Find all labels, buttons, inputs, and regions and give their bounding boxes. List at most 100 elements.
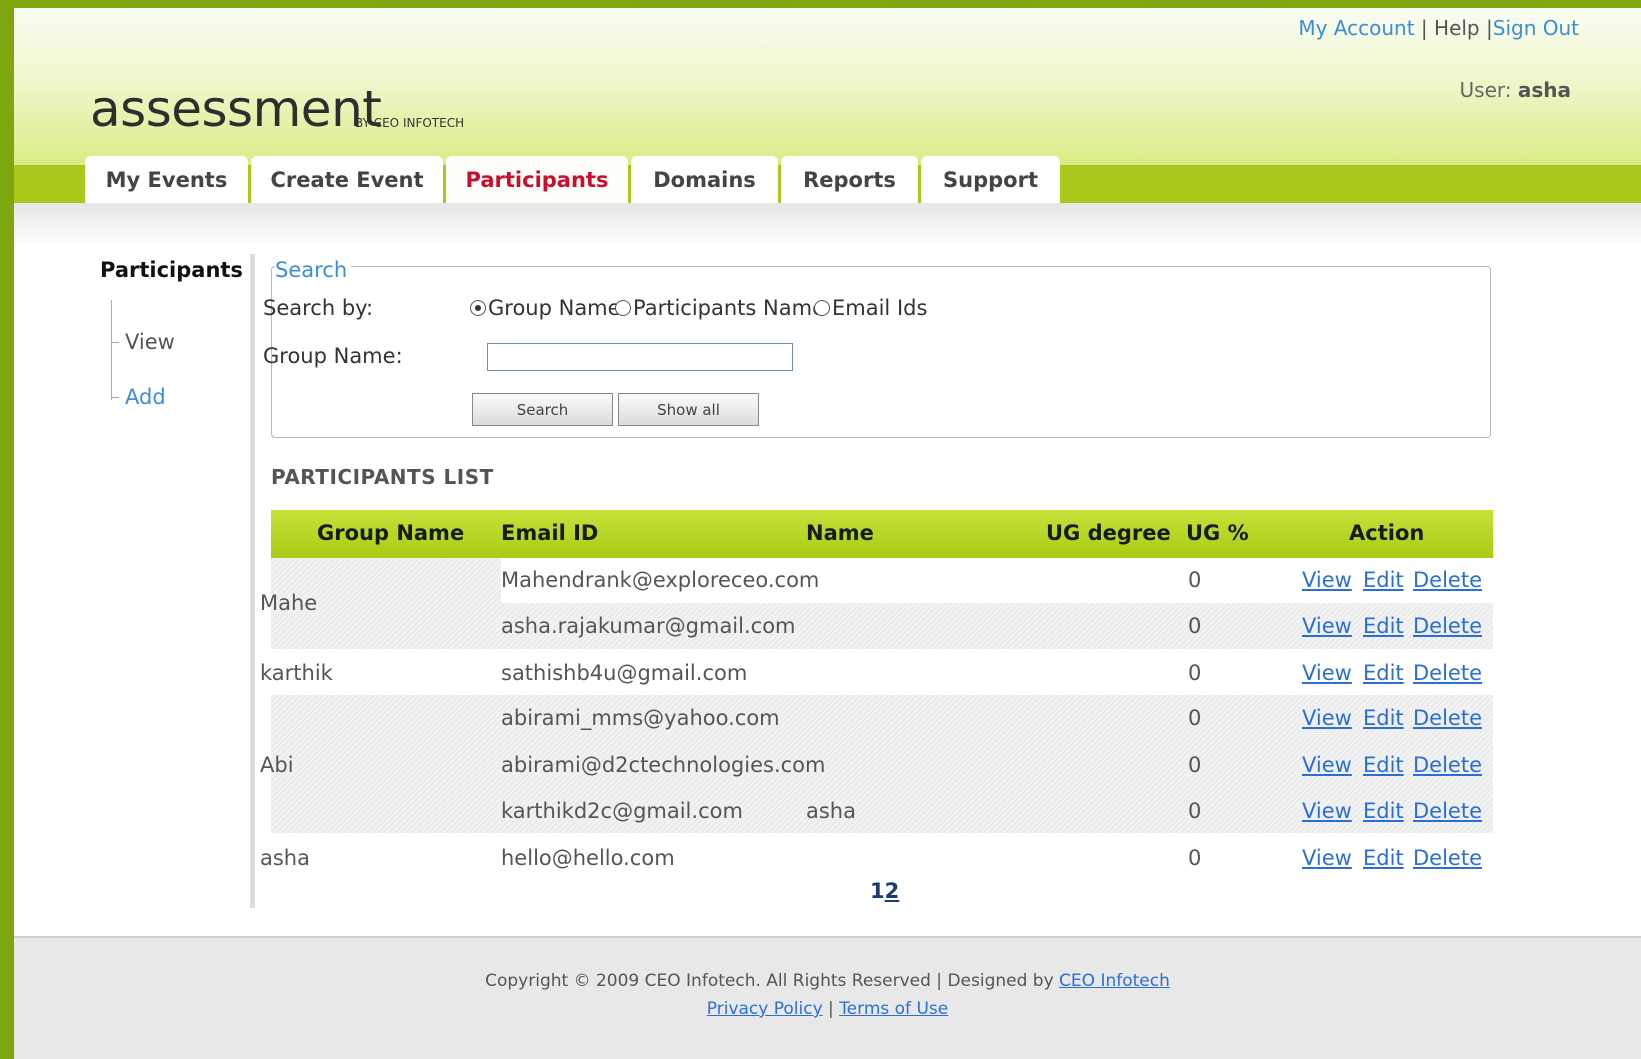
edit-link[interactable]: Edit (1363, 614, 1404, 638)
footer (14, 936, 1641, 1059)
delete-link[interactable]: Delete (1413, 799, 1482, 823)
view-link[interactable]: View (1302, 614, 1352, 638)
email-cell: abirami_mms@yahoo.com (501, 706, 780, 730)
page-frame: My Account | Help |Sign Out User: asha a… (14, 8, 1641, 1059)
my-account-link[interactable]: My Account (1298, 16, 1414, 40)
email-cell: sathishb4u@gmail.com (501, 661, 748, 685)
designer-link[interactable]: CEO Infotech (1059, 971, 1170, 991)
view-link[interactable]: View (1302, 799, 1352, 823)
ug-pct-cell: 0 (1188, 846, 1202, 870)
tree-branch (111, 342, 119, 343)
delete-link[interactable]: Delete (1413, 614, 1482, 638)
ug-pct-cell: 0 (1188, 661, 1202, 685)
column-header: Name (806, 521, 874, 545)
radio-group-name[interactable]: Group Name (470, 296, 621, 320)
help-link[interactable]: Help (1434, 16, 1480, 40)
tab-reports[interactable]: Reports (781, 156, 918, 203)
radio-label: Participants Name (633, 296, 825, 320)
column-header: UG degree (1046, 521, 1171, 545)
user-info: User: asha (1460, 78, 1571, 102)
tab-domains[interactable]: Domains (631, 156, 778, 203)
radio-email-ids[interactable]: Email Ids (814, 296, 927, 320)
separator: | (828, 999, 834, 1019)
group-name-label: Group Name: (263, 344, 403, 368)
search-by-label: Search by: (263, 296, 374, 320)
email-cell: Mahendrank@exploreceo.com (501, 568, 820, 592)
footer-links: Privacy Policy | Terms of Use (14, 999, 1641, 1019)
column-header: Email ID (501, 521, 599, 545)
tab-my-events[interactable]: My Events (85, 156, 248, 203)
group-name-cell: Mahe (260, 591, 318, 615)
email-cell: abirami@d2ctechnologies.com (501, 753, 826, 777)
logo[interactable]: assessment (90, 80, 382, 138)
tree-line (111, 300, 121, 400)
group-name-input[interactable] (487, 343, 793, 371)
view-link[interactable]: View (1302, 568, 1352, 592)
name-cell: asha (806, 799, 856, 823)
delete-link[interactable]: Delete (1413, 846, 1482, 870)
delete-link[interactable]: Delete (1413, 661, 1482, 685)
group-name-cell: asha (260, 846, 310, 870)
copyright: Copyright © 2009 CEO Infotech. All Right… (14, 971, 1641, 991)
tab-support[interactable]: Support (921, 156, 1060, 203)
view-link[interactable]: View (1302, 753, 1352, 777)
radio-participants-name[interactable]: Participants Name (615, 296, 825, 320)
show-all-button[interactable]: Show all (618, 393, 759, 426)
subheader-band (14, 203, 1641, 248)
sidebar-item-view[interactable]: View (125, 330, 175, 354)
tab-create-event[interactable]: Create Event (251, 156, 443, 203)
sidebar-item-add[interactable]: Add (125, 385, 166, 409)
edit-link[interactable]: Edit (1363, 568, 1404, 592)
page-link-2[interactable]: 2 (885, 879, 900, 903)
view-link[interactable]: View (1302, 661, 1352, 685)
logo-subtitle: BY CEO INFOTECH (355, 116, 465, 130)
delete-link[interactable]: Delete (1413, 753, 1482, 777)
email-cell: hello@hello.com (501, 846, 675, 870)
user-label: User: (1459, 78, 1512, 102)
tree-branch (111, 397, 119, 398)
ug-pct-cell: 0 (1188, 799, 1202, 823)
sidebar-title: Participants (100, 258, 243, 282)
sign-out-link[interactable]: Sign Out (1493, 16, 1579, 40)
separator: | (1420, 16, 1435, 40)
top-links: My Account | Help |Sign Out (1298, 16, 1579, 40)
search-button[interactable]: Search (472, 393, 613, 426)
separator: | (1486, 16, 1493, 40)
list-title: PARTICIPANTS LIST (271, 465, 494, 489)
search-fieldset (271, 266, 1491, 438)
radio-button[interactable] (470, 300, 486, 316)
view-link[interactable]: View (1302, 846, 1352, 870)
group-name-cell: karthik (260, 661, 333, 685)
ug-pct-cell: 0 (1188, 753, 1202, 777)
ug-pct-cell: 0 (1188, 614, 1202, 638)
edit-link[interactable]: Edit (1363, 846, 1404, 870)
ug-pct-cell: 0 (1188, 706, 1202, 730)
email-cell: asha.rajakumar@gmail.com (501, 614, 796, 638)
column-header: UG % (1186, 521, 1249, 545)
view-link[interactable]: View (1302, 706, 1352, 730)
user-name: asha (1517, 78, 1571, 102)
ug-pct-cell: 0 (1188, 568, 1202, 592)
column-header: Group Name (317, 521, 465, 545)
radio-button[interactable] (814, 300, 830, 316)
delete-link[interactable]: Delete (1413, 568, 1482, 592)
radio-button[interactable] (615, 300, 631, 316)
page-link-1[interactable]: 1 (870, 879, 885, 903)
search-legend: Search (275, 258, 352, 282)
edit-link[interactable]: Edit (1363, 753, 1404, 777)
column-header: Action (1349, 521, 1425, 545)
email-cell: karthikd2c@gmail.com (501, 799, 743, 823)
privacy-policy-link[interactable]: Privacy Policy (707, 999, 823, 1019)
terms-of-use-link[interactable]: Terms of Use (839, 999, 948, 1019)
pagination: 12 (870, 879, 899, 903)
copyright-text: Copyright © 2009 CEO Infotech. All Right… (485, 971, 1054, 991)
radio-label: Email Ids (832, 296, 928, 320)
vertical-divider (250, 254, 255, 908)
edit-link[interactable]: Edit (1363, 706, 1404, 730)
edit-link[interactable]: Edit (1363, 799, 1404, 823)
delete-link[interactable]: Delete (1413, 706, 1482, 730)
group-name-cell: Abi (260, 753, 294, 777)
edit-link[interactable]: Edit (1363, 661, 1404, 685)
tab-participants[interactable]: Participants (446, 156, 628, 203)
radio-label: Group Name (488, 296, 621, 320)
